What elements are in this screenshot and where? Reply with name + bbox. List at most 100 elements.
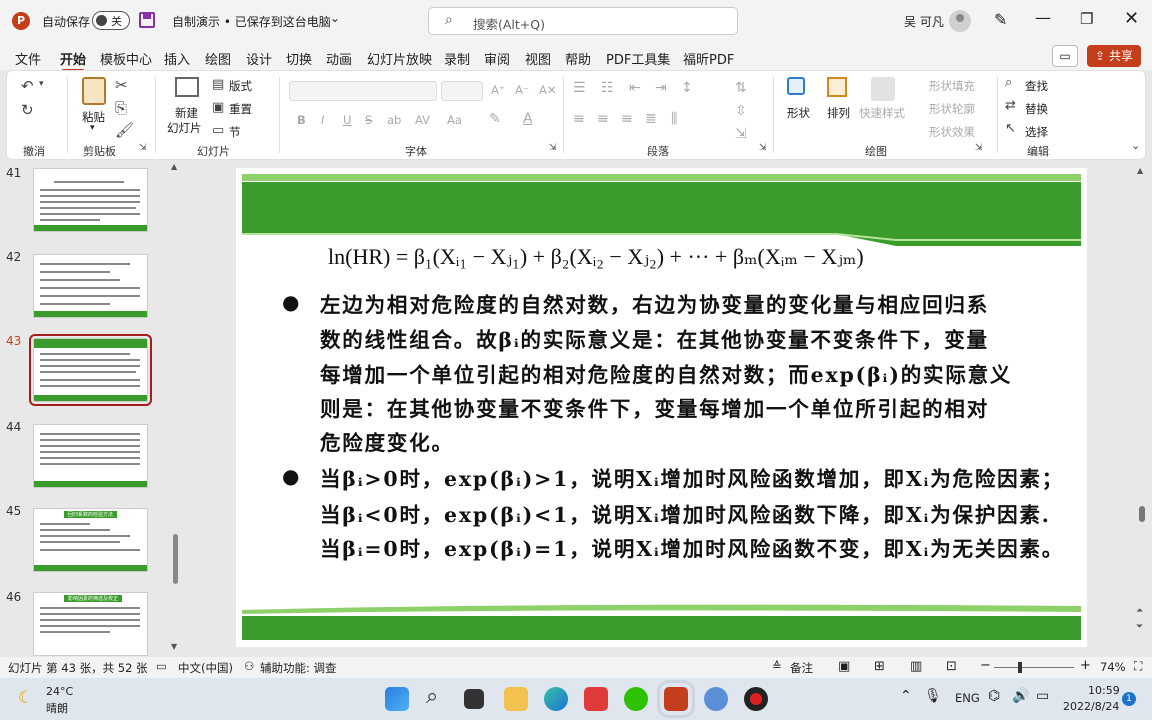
text-direction-icon[interactable]: ⇅ (735, 80, 747, 96)
accessibility-indicator[interactable]: 辅助功能: 调查 (260, 660, 337, 676)
network-app-icon[interactable] (704, 687, 728, 711)
microphone-icon[interactable]: 🎙 (924, 688, 942, 704)
network-icon[interactable]: ⌬ (988, 688, 1000, 704)
underline-button[interactable]: U (343, 113, 351, 127)
share-button[interactable]: ⇪ 共享 (1087, 45, 1141, 67)
reset-icon[interactable]: ▣ (212, 100, 224, 115)
slide-thumbnail-43[interactable] (29, 334, 152, 406)
task-view-icon[interactable] (464, 689, 484, 709)
speaker-icon[interactable]: 🔊 (1012, 688, 1029, 704)
drawing-launcher-icon[interactable]: ⇲ (975, 143, 983, 153)
columns-icon[interactable]: ⫼ (671, 111, 677, 127)
restore-icon[interactable]: ❐ (1080, 10, 1093, 28)
search-icon[interactable]: ⌕ (426, 684, 438, 709)
zoom-level[interactable]: 74% (1100, 660, 1126, 674)
new-slide-button[interactable]: 新建 幻灯片 (163, 75, 211, 139)
shape-button[interactable]: 形状 (783, 75, 817, 125)
prev-slide-icon[interactable]: ⏶ (1136, 606, 1143, 616)
zoom-slider[interactable] (994, 662, 1074, 673)
tab-file[interactable]: 文件 (15, 49, 41, 68)
tab-review[interactable]: 审阅 (484, 49, 510, 68)
slide-thumbnail-44[interactable] (33, 424, 148, 488)
start-icon[interactable] (385, 687, 409, 711)
smartart-icon[interactable]: ⇲ (735, 126, 747, 142)
tab-animations[interactable]: 动画 (326, 49, 352, 68)
title-dropdown-icon[interactable]: ⌄ (330, 11, 340, 25)
search-box[interactable]: ⌕ 搜索(Alt+Q) (428, 7, 738, 35)
avatar[interactable] (949, 10, 971, 32)
powerpoint-taskbar-icon[interactable] (657, 680, 695, 718)
tab-record[interactable]: 录制 (444, 49, 470, 68)
line-spacing-icon[interactable]: ↕ (681, 80, 693, 96)
justify-icon[interactable]: ≣ (645, 111, 657, 127)
minimize-icon[interactable]: — (1035, 8, 1051, 27)
clear-format-icon[interactable]: A✕ (539, 83, 557, 97)
tab-insert[interactable]: 插入 (164, 49, 190, 68)
normal-view-icon[interactable]: ▣ (838, 659, 850, 674)
slide-thumbnail-41[interactable] (33, 168, 148, 232)
tab-transitions[interactable]: 切换 (286, 49, 312, 68)
slide-thumbnail-46[interactable]: 影响因素的筛选及校正 (33, 592, 148, 656)
collapse-ribbon-icon[interactable]: ⌄ (1131, 139, 1140, 152)
slide-canvas[interactable]: ln(HR) = β₁(Xᵢ₁ − Xⱼ₁) + β₂(Xᵢ₂ − Xⱼ₂) +… (236, 168, 1087, 647)
tab-help[interactable]: 帮助 (565, 49, 591, 68)
shadow-button[interactable]: ab (387, 113, 401, 127)
find-button[interactable]: 查找 (1025, 78, 1048, 94)
slideshow-icon[interactable]: ⊡ (946, 659, 957, 674)
italic-button[interactable]: I (321, 113, 324, 127)
strikethrough-button[interactable]: S (365, 113, 372, 127)
paragraph-launcher-icon[interactable]: ⇲ (759, 143, 767, 153)
change-case-button[interactable]: Aa (447, 113, 462, 127)
align-center-icon[interactable]: ≡ (597, 111, 609, 127)
increase-indent-icon[interactable]: ⇥ (655, 80, 667, 96)
zoom-in-icon[interactable]: + (1080, 658, 1091, 673)
fit-slide-icon[interactable]: ⛶ (1134, 659, 1142, 674)
file-explorer-icon[interactable] (504, 687, 528, 711)
align-right-icon[interactable]: ≡ (621, 111, 633, 127)
shape-effects-button[interactable]: 形状效果 (929, 124, 975, 140)
align-left-icon[interactable]: ≡ (573, 111, 585, 127)
tab-foxit-pdf[interactable]: 福昕PDF (683, 49, 734, 68)
scrollbar-thumb[interactable] (173, 534, 178, 584)
layout-button[interactable]: 版式 (229, 78, 252, 94)
replace-button[interactable]: 替换 (1025, 101, 1048, 117)
char-spacing-button[interactable]: AV (415, 113, 430, 127)
decrease-indent-icon[interactable]: ⇤ (629, 80, 641, 96)
grow-font-icon[interactable]: A⁺ (491, 83, 505, 97)
tab-pdf-tools[interactable]: PDF工具集 (606, 49, 670, 68)
paste-button[interactable]: 粘贴 ▾ (73, 75, 117, 135)
scroll-up-icon[interactable]: ▲ (171, 162, 177, 171)
slide-scrollbar[interactable]: ▲ ⏶ ⏷ (1136, 166, 1147, 642)
language-indicator[interactable]: 中文(中国) (178, 660, 233, 676)
numbering-icon[interactable]: ☷ (601, 80, 614, 96)
clock-time[interactable]: 10:59 (1088, 684, 1120, 697)
highlight-color-icon[interactable]: ✎ (489, 111, 501, 127)
tab-template-center[interactable]: 模板中心 (100, 49, 152, 68)
record-app-icon[interactable] (744, 687, 768, 711)
tab-design[interactable]: 设计 (246, 49, 272, 68)
document-title[interactable]: 自制演示 • 已保存到这台电脑 (172, 13, 331, 30)
pen-icon[interactable]: ✎ (994, 10, 1007, 29)
zoom-slider-thumb[interactable] (1018, 662, 1022, 673)
font-size-select[interactable] (441, 81, 483, 101)
notes-button[interactable]: 备注 (790, 660, 813, 676)
clipboard-launcher-icon[interactable]: ⇲ (139, 143, 147, 153)
notification-badge[interactable]: 1 (1122, 692, 1136, 706)
wechat-icon[interactable] (624, 687, 648, 711)
clock-date[interactable]: 2022/8/24 (1063, 700, 1119, 713)
save-icon[interactable] (139, 12, 155, 28)
undo-dropdown-icon[interactable]: ▾ (39, 79, 44, 89)
thumbnail-scrollbar[interactable]: ▲ ▼ (171, 162, 179, 652)
cut-icon[interactable]: ✂ (115, 76, 128, 94)
scroll-down-icon[interactable]: ▼ (171, 642, 177, 651)
close-icon[interactable]: ✕ (1124, 8, 1139, 29)
weather-desc[interactable]: 晴朗 (46, 700, 68, 716)
edge-icon[interactable] (544, 687, 568, 711)
align-text-icon[interactable]: ⇳ (735, 103, 747, 119)
tab-home[interactable]: 开始 (60, 49, 86, 72)
tab-view[interactable]: 视图 (525, 49, 551, 68)
input-method-indicator[interactable]: ENG (955, 691, 980, 705)
redo-icon[interactable]: ↻ (21, 101, 34, 119)
font-color-icon[interactable]: A (523, 111, 533, 127)
arrange-button[interactable]: 排列 (823, 75, 857, 125)
